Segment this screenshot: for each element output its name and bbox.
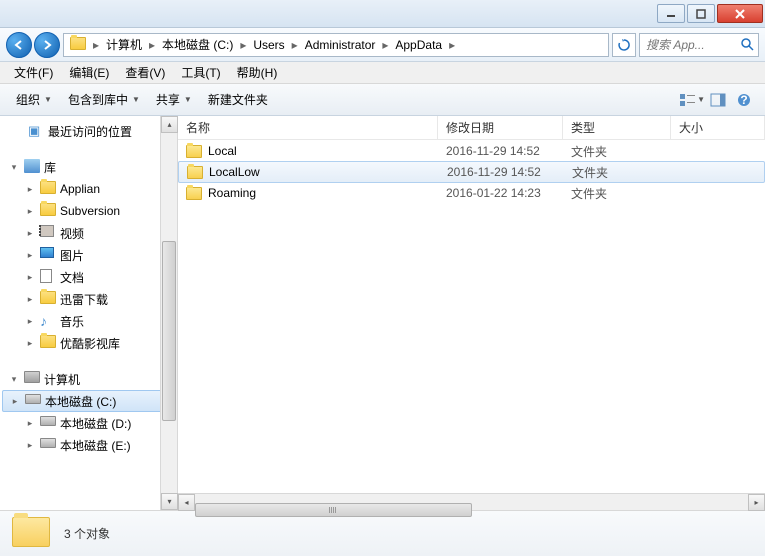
breadcrumb-item[interactable]: 本地磁盘 (C:) bbox=[158, 34, 237, 56]
minimize-button[interactable] bbox=[657, 4, 685, 23]
close-button[interactable] bbox=[717, 4, 763, 23]
organize-button[interactable]: 组织▼ bbox=[8, 87, 60, 112]
file-date-cell: 2016-11-29 14:52 bbox=[439, 165, 564, 179]
sidebar-computer[interactable]: ▾ 计算机 bbox=[0, 368, 177, 390]
expand-icon[interactable]: ▾ bbox=[8, 162, 20, 173]
menu-file[interactable]: 文件(F) bbox=[6, 62, 61, 84]
refresh-button[interactable] bbox=[612, 33, 636, 57]
sidebar-scrollbar[interactable]: ▴ ▾ bbox=[160, 116, 177, 510]
sidebar-lib-item[interactable]: ▸迅雷下载 bbox=[0, 288, 177, 310]
share-button[interactable]: 共享▼ bbox=[148, 87, 200, 112]
folder-icon bbox=[70, 37, 86, 53]
sidebar-lib-item[interactable]: ▸图片 bbox=[0, 244, 177, 266]
file-date-cell: 2016-11-29 14:52 bbox=[438, 144, 563, 158]
file-name-cell: Local bbox=[178, 144, 438, 158]
scroll-down-button[interactable]: ▾ bbox=[161, 493, 178, 510]
breadcrumb-separator[interactable]: ▸ bbox=[379, 34, 391, 56]
breadcrumb-item[interactable]: 计算机 bbox=[102, 34, 146, 56]
breadcrumb-item[interactable]: Users bbox=[249, 34, 288, 56]
scroll-thumb[interactable] bbox=[195, 503, 472, 517]
file-date-cell: 2016-01-22 14:23 bbox=[438, 186, 563, 200]
scroll-thumb[interactable] bbox=[162, 241, 176, 421]
sidebar-lib-item[interactable]: ▸优酷影视库 bbox=[0, 332, 177, 354]
address-bar: ▸ 计算机 ▸ 本地磁盘 (C:) ▸ Users ▸ Administrato… bbox=[0, 28, 765, 62]
forward-button[interactable] bbox=[34, 32, 60, 58]
search-icon[interactable] bbox=[736, 38, 758, 51]
window-titlebar bbox=[0, 0, 765, 28]
sidebar-lib-item[interactable]: ▸视频 bbox=[0, 222, 177, 244]
breadcrumb-separator[interactable]: ▸ bbox=[446, 34, 458, 56]
computer-icon bbox=[24, 371, 40, 387]
preview-pane-button[interactable] bbox=[705, 88, 731, 112]
search-input[interactable] bbox=[640, 38, 736, 52]
breadcrumb-item[interactable]: Administrator bbox=[301, 34, 380, 56]
sidebar-lib-item[interactable]: ▸文档 bbox=[0, 266, 177, 288]
file-type-cell: 文件夹 bbox=[563, 143, 671, 160]
menu-edit[interactable]: 编辑(E) bbox=[61, 62, 117, 84]
toolbar: 组织▼ 包含到库中▼ 共享▼ 新建文件夹 ▼ ? bbox=[0, 84, 765, 116]
scroll-right-button[interactable]: ▸ bbox=[748, 494, 765, 511]
svg-text:?: ? bbox=[740, 93, 747, 107]
sidebar-lib-item[interactable]: ▸♪音乐 bbox=[0, 310, 177, 332]
navigation-pane: ▣ 最近访问的位置 ▾ 库 ▸Applian ▸Subversion ▸视频 ▸… bbox=[0, 116, 178, 510]
scroll-up-button[interactable]: ▴ bbox=[161, 116, 178, 133]
file-rows: Local2016-11-29 14:52文件夹LocalLow2016-11-… bbox=[178, 140, 765, 493]
file-row[interactable]: Roaming2016-01-22 14:23文件夹 bbox=[178, 182, 765, 204]
folder-icon bbox=[186, 145, 202, 158]
column-type[interactable]: 类型 bbox=[563, 116, 671, 139]
column-size[interactable]: 大小 bbox=[671, 116, 765, 139]
file-name-cell: Roaming bbox=[178, 186, 438, 200]
sidebar-lib-item[interactable]: ▸Applian bbox=[0, 178, 177, 200]
sidebar-libraries[interactable]: ▾ 库 bbox=[0, 156, 177, 178]
folder-icon bbox=[187, 166, 203, 179]
sidebar-drive-item[interactable]: ▸本地磁盘 (D:) bbox=[0, 412, 177, 434]
sidebar-recent-places[interactable]: ▣ 最近访问的位置 bbox=[0, 120, 177, 142]
file-list-pane: 名称 修改日期 类型 大小 Local2016-11-29 14:52文件夹Lo… bbox=[178, 116, 765, 510]
search-box[interactable] bbox=[639, 33, 759, 57]
status-folder-icon bbox=[12, 517, 50, 551]
back-button[interactable] bbox=[6, 32, 32, 58]
folder-icon bbox=[186, 187, 202, 200]
breadcrumb-separator[interactable]: ▸ bbox=[237, 34, 249, 56]
content-area: ▣ 最近访问的位置 ▾ 库 ▸Applian ▸Subversion ▸视频 ▸… bbox=[0, 116, 765, 510]
breadcrumb-item[interactable]: AppData bbox=[391, 34, 446, 56]
libraries-icon bbox=[24, 159, 40, 175]
column-date[interactable]: 修改日期 bbox=[438, 116, 563, 139]
breadcrumb-separator[interactable]: ▸ bbox=[146, 34, 158, 56]
sidebar-drive-item[interactable]: ▸本地磁盘 (E:) bbox=[0, 434, 177, 456]
help-button[interactable]: ? bbox=[731, 88, 757, 112]
scroll-left-button[interactable]: ◂ bbox=[178, 494, 195, 511]
include-library-button[interactable]: 包含到库中▼ bbox=[60, 87, 148, 112]
menu-bar: 文件(F) 编辑(E) 查看(V) 工具(T) 帮助(H) bbox=[0, 62, 765, 84]
recent-icon: ▣ bbox=[28, 123, 44, 139]
file-name-cell: LocalLow bbox=[179, 165, 439, 179]
column-headers: 名称 修改日期 类型 大小 bbox=[178, 116, 765, 140]
maximize-button[interactable] bbox=[687, 4, 715, 23]
file-row[interactable]: LocalLow2016-11-29 14:52文件夹 bbox=[178, 161, 765, 183]
file-type-cell: 文件夹 bbox=[563, 185, 671, 202]
column-name[interactable]: 名称 bbox=[178, 116, 438, 139]
sidebar-lib-item[interactable]: ▸Subversion bbox=[0, 200, 177, 222]
file-type-cell: 文件夹 bbox=[564, 164, 672, 181]
menu-tools[interactable]: 工具(T) bbox=[173, 62, 228, 84]
breadcrumb-separator[interactable]: ▸ bbox=[289, 34, 301, 56]
menu-help[interactable]: 帮助(H) bbox=[229, 62, 286, 84]
status-text: 3 个对象 bbox=[64, 525, 110, 542]
new-folder-button[interactable]: 新建文件夹 bbox=[200, 87, 276, 112]
menu-view[interactable]: 查看(V) bbox=[117, 62, 173, 84]
address-box[interactable]: ▸ 计算机 ▸ 本地磁盘 (C:) ▸ Users ▸ Administrato… bbox=[63, 33, 609, 57]
file-row[interactable]: Local2016-11-29 14:52文件夹 bbox=[178, 140, 765, 162]
expand-icon[interactable]: ▾ bbox=[8, 374, 20, 385]
breadcrumb-separator[interactable]: ▸ bbox=[90, 34, 102, 56]
horizontal-scrollbar[interactable]: ◂ ▸ bbox=[178, 493, 765, 510]
view-options-button[interactable]: ▼ bbox=[679, 88, 705, 112]
sidebar-drive-item[interactable]: ▸本地磁盘 (C:) bbox=[2, 390, 175, 412]
